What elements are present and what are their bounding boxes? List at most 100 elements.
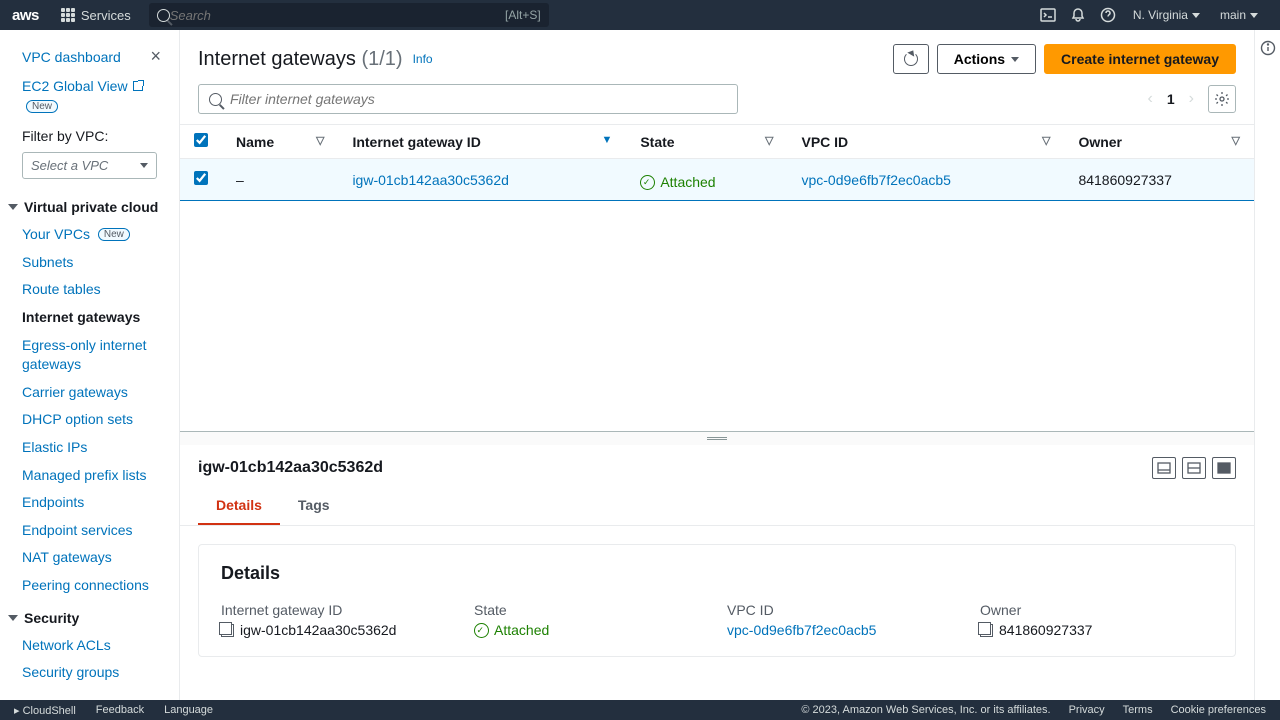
- filter-input-wrap[interactable]: [198, 84, 738, 114]
- sidebar-item-nat-gateways[interactable]: NAT gateways: [0, 544, 179, 572]
- global-search[interactable]: [Alt+S]: [149, 3, 549, 27]
- sidebar-item-carrier-gateways[interactable]: Carrier gateways: [0, 379, 179, 407]
- panel-resize-handle[interactable]: [180, 431, 1254, 445]
- footer-language[interactable]: Language: [164, 704, 213, 716]
- panel-layout-1[interactable]: [1152, 457, 1176, 479]
- table-settings-button[interactable]: [1208, 85, 1236, 113]
- footer-copyright: © 2023, Amazon Web Services, Inc. or its…: [801, 704, 1050, 716]
- triangle-down-icon: [8, 204, 18, 210]
- detail-label-owner: Owner: [980, 602, 1213, 618]
- sidebar-item-endpoints[interactable]: Endpoints: [0, 489, 179, 517]
- refresh-icon: [904, 52, 918, 66]
- vpc-select[interactable]: Select a VPC: [22, 152, 157, 179]
- copy-icon[interactable]: [980, 624, 993, 637]
- cell-name: –: [222, 159, 338, 201]
- detail-card-title: Details: [221, 563, 1213, 584]
- col-owner[interactable]: Owner▽: [1064, 125, 1254, 159]
- copy-icon[interactable]: [221, 624, 234, 637]
- caret-down-icon: [1192, 13, 1200, 18]
- tab-tags[interactable]: Tags: [280, 487, 348, 525]
- cell-vpc-id-link[interactable]: vpc-0d9e6fb7f2ec0acb5: [801, 172, 950, 188]
- region-selector[interactable]: N. Virginia: [1123, 8, 1210, 22]
- sidebar: VPC dashboard × EC2 Global View New Filt…: [0, 30, 180, 700]
- panel-layout-2[interactable]: [1182, 457, 1206, 479]
- notifications-icon[interactable]: [1063, 0, 1093, 30]
- refresh-button[interactable]: [893, 44, 929, 74]
- next-page-button[interactable]: ›: [1189, 90, 1194, 108]
- info-panel-toggle[interactable]: [1254, 30, 1280, 700]
- services-menu[interactable]: Services: [53, 8, 139, 23]
- grid-icon: [61, 8, 75, 22]
- search-shortcut: [Alt+S]: [505, 8, 541, 22]
- ec2-global-link[interactable]: EC2 Global View New: [0, 73, 179, 120]
- search-icon: [209, 93, 222, 106]
- table-row[interactable]: – igw-01cb142aa30c5362d Attached vpc-0d9…: [180, 159, 1254, 201]
- sidebar-item-prefix-lists[interactable]: Managed prefix lists: [0, 462, 179, 490]
- sidebar-item-internet-gateways[interactable]: Internet gateways: [0, 304, 179, 332]
- detail-label-state: State: [474, 602, 707, 618]
- col-state[interactable]: State▽: [626, 125, 787, 159]
- section-security[interactable]: Security: [0, 600, 179, 632]
- detail-value-igw-id: igw-01cb142aa30c5362d: [240, 622, 396, 638]
- footer-cloudshell[interactable]: ▸ CloudShell: [14, 704, 76, 717]
- triangle-down-icon: [8, 615, 18, 621]
- status-badge: Attached: [474, 622, 549, 638]
- footer-feedback[interactable]: Feedback: [96, 704, 144, 716]
- search-input[interactable]: [170, 8, 505, 23]
- sidebar-item-endpoint-services[interactable]: Endpoint services: [0, 517, 179, 545]
- section-dns-firewall[interactable]: DNS firewall: [0, 687, 179, 700]
- actions-button[interactable]: Actions: [937, 44, 1036, 74]
- filter-input[interactable]: [230, 91, 727, 107]
- help-icon[interactable]: [1093, 0, 1123, 30]
- detail-title: igw-01cb142aa30c5362d: [198, 459, 383, 477]
- col-igw-id[interactable]: Internet gateway ID▼: [338, 125, 626, 159]
- col-name[interactable]: Name▽: [222, 125, 338, 159]
- vpc-dashboard-link[interactable]: VPC dashboard: [22, 49, 121, 65]
- page-title: Internet gateways (1/1): [198, 48, 403, 71]
- sidebar-item-egress-only[interactable]: Egress-only internet gateways: [0, 332, 179, 379]
- footer-terms[interactable]: Terms: [1123, 704, 1153, 716]
- igw-table: Name▽ Internet gateway ID▼ State▽ VPC ID…: [180, 125, 1254, 201]
- create-internet-gateway-button[interactable]: Create internet gateway: [1044, 44, 1236, 74]
- page-count: (1/1): [361, 48, 402, 70]
- sidebar-item-your-vpcs[interactable]: Your VPCs New: [0, 221, 179, 249]
- page-number: 1: [1167, 91, 1175, 107]
- sidebar-item-security-groups[interactable]: Security groups: [0, 659, 179, 687]
- status-badge: Attached: [640, 174, 715, 190]
- footer-cookies[interactable]: Cookie preferences: [1171, 704, 1266, 716]
- detail-label-vpc-id: VPC ID: [727, 602, 960, 618]
- search-icon: [157, 9, 170, 22]
- new-badge: New: [98, 228, 130, 241]
- panel-layout-3[interactable]: [1212, 457, 1236, 479]
- region-label: N. Virginia: [1133, 8, 1188, 22]
- detail-vpc-id-link[interactable]: vpc-0d9e6fb7f2ec0acb5: [727, 622, 876, 638]
- tab-details[interactable]: Details: [198, 487, 280, 525]
- close-icon[interactable]: ×: [150, 46, 161, 67]
- drag-handle-icon: [707, 437, 727, 440]
- col-vpc-id[interactable]: VPC ID▽: [787, 125, 1064, 159]
- account-menu[interactable]: main: [1210, 8, 1268, 22]
- cloudshell-icon[interactable]: [1033, 0, 1063, 30]
- sidebar-item-elastic-ips[interactable]: Elastic IPs: [0, 434, 179, 462]
- detail-label-igw-id: Internet gateway ID: [221, 602, 454, 618]
- user-label: main: [1220, 8, 1246, 22]
- prev-page-button[interactable]: ‹: [1148, 90, 1153, 108]
- sidebar-item-network-acls[interactable]: Network ACLs: [0, 632, 179, 660]
- section-vpc[interactable]: Virtual private cloud: [0, 189, 179, 221]
- external-link-icon: [133, 81, 143, 91]
- sidebar-item-route-tables[interactable]: Route tables: [0, 276, 179, 304]
- cell-owner: 841860927337: [1064, 159, 1254, 201]
- caret-down-icon: [1250, 13, 1258, 18]
- aws-logo[interactable]: aws: [12, 7, 39, 24]
- sidebar-item-peering[interactable]: Peering connections: [0, 572, 179, 600]
- sidebar-item-dhcp[interactable]: DHCP option sets: [0, 406, 179, 434]
- sidebar-item-subnets[interactable]: Subnets: [0, 249, 179, 277]
- filter-by-vpc-label: Filter by VPC:: [0, 120, 179, 148]
- footer-privacy[interactable]: Privacy: [1069, 704, 1105, 716]
- new-badge: New: [26, 100, 58, 113]
- row-checkbox[interactable]: [194, 171, 208, 185]
- info-link[interactable]: Info: [413, 52, 433, 66]
- cell-igw-id-link[interactable]: igw-01cb142aa30c5362d: [352, 172, 508, 188]
- select-all-checkbox[interactable]: [194, 133, 208, 147]
- services-label: Services: [81, 8, 131, 23]
